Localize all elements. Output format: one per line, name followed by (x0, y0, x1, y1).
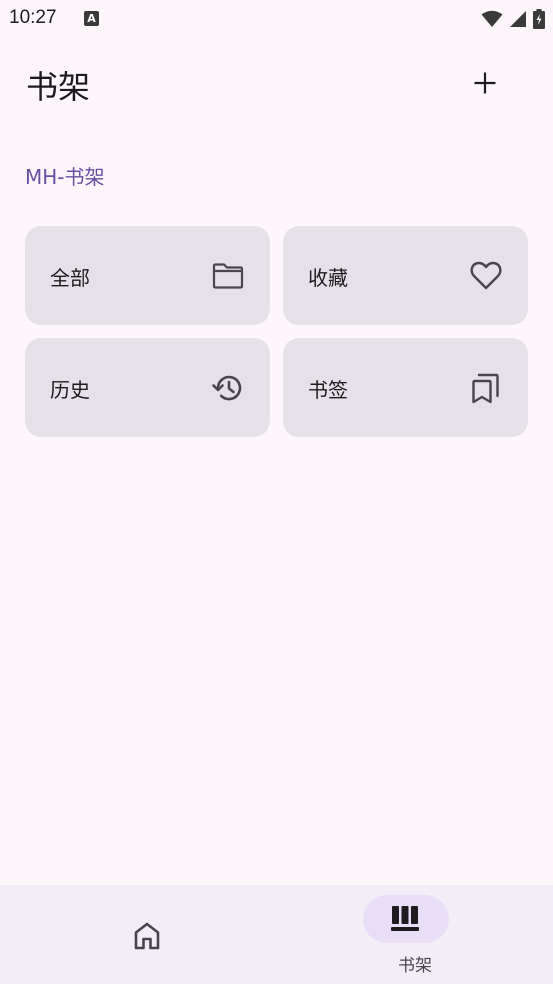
card-label: 全部 (50, 266, 90, 290)
add-button[interactable] (464, 64, 506, 106)
card-label: 书签 (308, 378, 348, 402)
home-icon (133, 921, 161, 954)
wifi-icon (481, 10, 503, 32)
battery-charging-icon (533, 9, 545, 33)
shelf-icon (390, 905, 420, 937)
card-history[interactable]: 历史 (25, 338, 270, 437)
card-label: 历史 (50, 378, 90, 402)
status-icons (481, 9, 545, 33)
card-favorites[interactable]: 收藏 (283, 226, 528, 325)
bottom-nav: 书架 (0, 885, 553, 984)
status-time: 10:27 (9, 7, 57, 28)
folder-icon (212, 260, 244, 292)
nav-label-shelf: 书架 (398, 956, 432, 976)
heart-icon (470, 260, 502, 292)
signal-icon (509, 10, 527, 32)
card-bookmarks[interactable]: 书签 (283, 338, 528, 437)
nav-item-home[interactable] (0, 885, 276, 984)
bookmarks-icon (470, 372, 502, 404)
section-label: MH-书架 (25, 165, 105, 189)
card-all[interactable]: 全部 (25, 226, 270, 325)
nav-item-shelf[interactable]: 书架 (277, 885, 553, 984)
page-title: 书架 (26, 68, 91, 106)
card-label: 收藏 (308, 266, 348, 290)
history-icon (212, 372, 244, 404)
add-icon (473, 71, 497, 99)
status-bar: 10:27 A (0, 0, 553, 38)
notification-a-icon: A (84, 11, 99, 26)
